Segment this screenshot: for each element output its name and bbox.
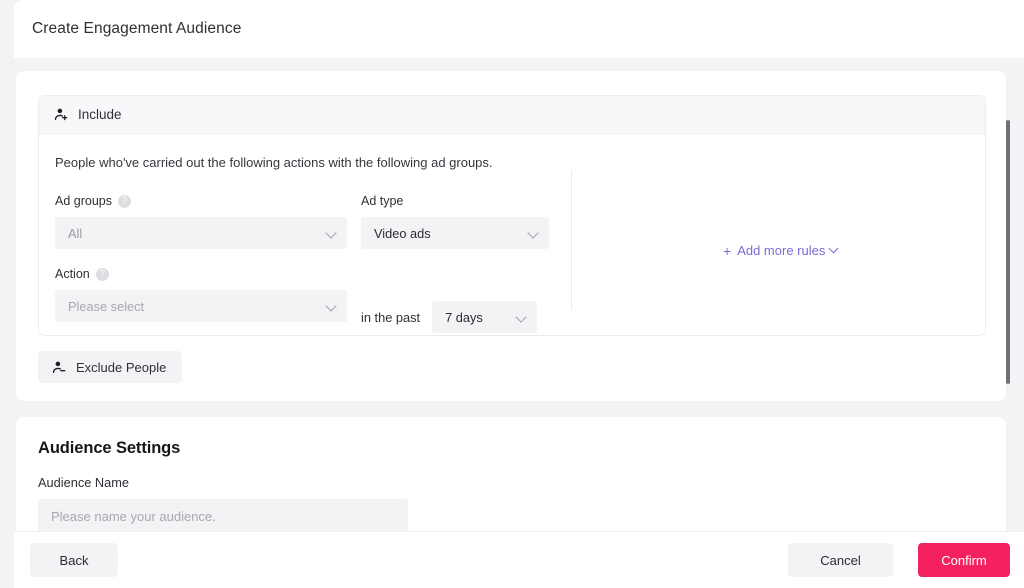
ad-type-select[interactable]: Video ads: [361, 217, 549, 249]
question-mark-icon[interactable]: [117, 194, 131, 208]
action-value: Please select: [68, 298, 145, 314]
time-window-select[interactable]: 7 days: [432, 301, 538, 333]
add-more-rules-button[interactable]: + Add more rules: [723, 243, 839, 258]
action-field: Action Please select: [55, 267, 347, 322]
person-add-icon: [54, 107, 69, 122]
dialog-scroll-body: Include People who've carried out the fo…: [14, 58, 1024, 531]
ad-groups-label-row: Ad groups: [55, 194, 347, 208]
add-more-rules-label: Add more rules: [737, 243, 826, 258]
ad-type-label: Ad type: [361, 194, 404, 208]
chevron-down-icon: [830, 246, 839, 255]
exclude-people-label: Exclude People: [76, 359, 167, 375]
action-label-row: Action: [55, 267, 347, 281]
dialog-titlebar: Create Engagement Audience: [14, 0, 1024, 58]
back-button[interactable]: Back: [30, 543, 118, 577]
include-description: People who've carried out the following …: [55, 155, 493, 170]
ad-groups-field: Ad groups All: [55, 194, 347, 249]
ad-groups-select[interactable]: All: [55, 217, 347, 249]
create-engagement-audience-dialog: Create Engagement Audience Include Peopl…: [0, 0, 1024, 588]
action-label: Action: [55, 267, 90, 281]
time-window-value: 7 days: [445, 309, 483, 325]
plus-icon: +: [723, 242, 732, 259]
action-select[interactable]: Please select: [55, 290, 347, 322]
page-title: Create Engagement Audience: [32, 20, 242, 37]
include-panel: Include People who've carried out the fo…: [38, 95, 986, 336]
time-window-label: in the past: [361, 309, 421, 325]
rules-card: Include People who've carried out the fo…: [16, 71, 1006, 401]
vertical-scrollbar[interactable]: [1004, 58, 1012, 531]
chevron-down-icon: [516, 312, 527, 323]
cancel-button[interactable]: Cancel: [788, 543, 893, 577]
audience-settings-title: Audience Settings: [38, 439, 181, 457]
chevron-down-icon: [528, 228, 539, 239]
chevron-down-icon: [326, 301, 337, 312]
exclude-people-button[interactable]: Exclude People: [38, 351, 183, 383]
include-label: Include: [78, 107, 122, 122]
ad-type-field: Ad type Video ads: [361, 194, 549, 249]
scrollbar-thumb[interactable]: [1006, 120, 1010, 384]
panel-divider: [571, 170, 572, 310]
time-window-field: in the past 7 days: [361, 301, 538, 333]
dialog-footer: Back Cancel Confirm: [14, 531, 1024, 588]
chevron-down-icon: [326, 228, 337, 239]
person-remove-icon: [52, 360, 67, 375]
ad-type-value: Video ads: [374, 225, 431, 241]
include-panel-body: People who've carried out the following …: [39, 134, 985, 335]
ad-groups-label: Ad groups: [55, 194, 112, 208]
ad-type-label-row: Ad type: [361, 194, 549, 208]
ad-groups-value: All: [68, 225, 83, 241]
include-panel-header: Include: [39, 96, 985, 134]
audience-settings-card: Audience Settings Audience Name: [16, 417, 1006, 531]
confirm-button[interactable]: Confirm: [918, 543, 1010, 577]
question-mark-icon[interactable]: [95, 267, 109, 281]
audience-name-input[interactable]: [38, 499, 408, 531]
audience-name-label: Audience Name: [38, 475, 130, 490]
